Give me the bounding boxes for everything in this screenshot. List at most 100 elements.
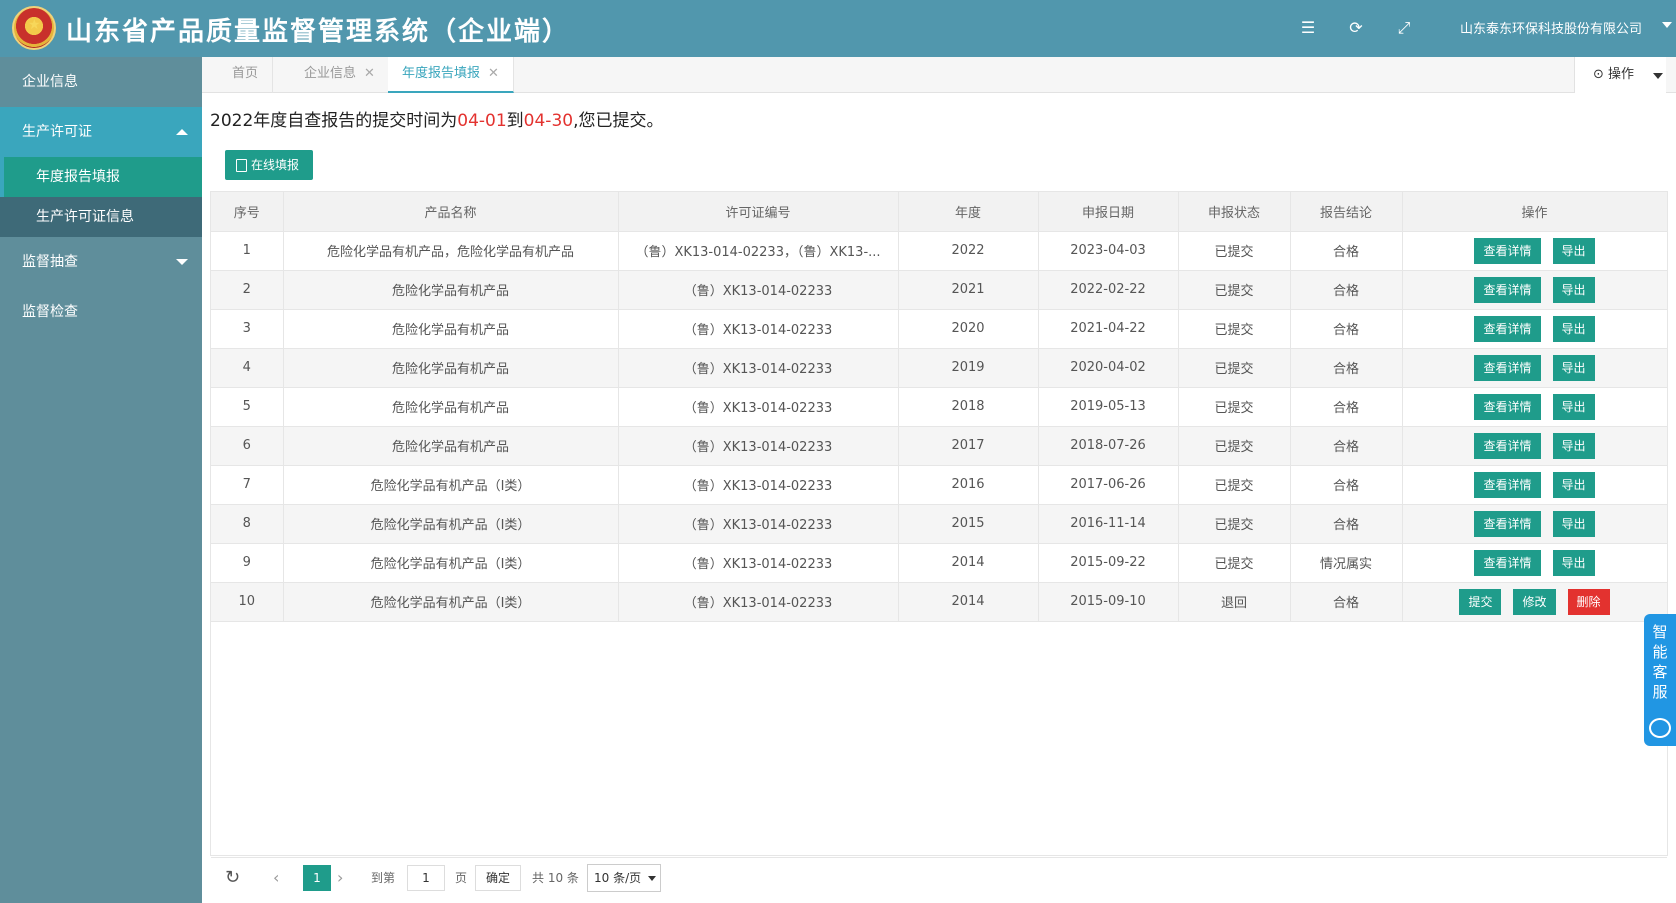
cell-conclusion: 合格	[1290, 231, 1403, 271]
cell-no: 3	[211, 309, 284, 349]
cell-product: 危险化学品有机产品（I类）	[283, 504, 619, 544]
cell-actions: 查看详情 导出	[1402, 348, 1668, 388]
sidebar-item-annual-report[interactable]: 年度报告填报	[0, 157, 202, 197]
refresh-icon[interactable]: ⟳	[1346, 18, 1366, 38]
cell-date: 2018-07-26	[1038, 426, 1179, 466]
cell-date: 2019-05-13	[1038, 387, 1179, 427]
cell-actions: 提交 修改 删除	[1402, 582, 1668, 622]
cell-year: 2022	[898, 231, 1039, 271]
cell-date: 2021-04-22	[1038, 309, 1179, 349]
sidebar-item-company-info[interactable]: 企业信息	[0, 57, 202, 107]
cell-conclusion: 合格	[1290, 270, 1403, 310]
view-detail-button[interactable]: 查看详情	[1474, 510, 1541, 537]
confirm-button[interactable]: 确定	[475, 865, 521, 891]
view-detail-button[interactable]: 查看详情	[1474, 471, 1541, 498]
cell-product: 危险化学品有机产品（I类）	[283, 543, 619, 583]
export-button[interactable]: 导出	[1552, 315, 1595, 342]
goto-label: 到第	[371, 871, 396, 885]
view-detail-button[interactable]: 查看详情	[1474, 549, 1541, 576]
cell-product: 危险化学品有机产品，危险化学品有机产品	[283, 231, 619, 271]
submit-button[interactable]: 提交	[1459, 588, 1502, 615]
cell-actions: 查看详情 导出	[1402, 309, 1668, 349]
cell-conclusion: 合格	[1290, 387, 1403, 427]
cell-actions: 查看详情 导出	[1402, 543, 1668, 583]
export-button[interactable]: 导出	[1552, 432, 1595, 459]
cell-product: 危险化学品有机产品	[283, 387, 619, 427]
table-row: 3 危险化学品有机产品 （鲁）XK13-014-02233 2020 2021-04-2…	[211, 309, 1668, 349]
cell-year: 2017	[898, 426, 1039, 466]
cell-year: 2019	[898, 348, 1039, 388]
table-row: 10 危险化学品有机产品（I类） （鲁）XK13-014-02233 2014 2015…	[211, 582, 1668, 622]
cell-no: 4	[211, 348, 284, 388]
sidebar-item-license-info[interactable]: 生产许可证信息	[0, 197, 202, 237]
chevron-down-icon[interactable]	[1662, 22, 1672, 28]
online-fill-button[interactable]: 在线填报	[225, 150, 313, 180]
view-detail-button[interactable]: 查看详情	[1474, 393, 1541, 420]
column-header: 许可证编号	[618, 192, 899, 232]
cell-status: 已提交	[1178, 504, 1291, 544]
export-button[interactable]: 导出	[1552, 237, 1595, 264]
refresh-icon[interactable]: ↻	[225, 858, 240, 898]
cell-actions: 查看详情 导出	[1402, 231, 1668, 271]
page-number-input[interactable]: 1	[407, 865, 445, 891]
smart-service-button[interactable]: 智能客服	[1644, 614, 1676, 746]
cell-conclusion: 合格	[1290, 465, 1403, 505]
sidebar-item-spot-check[interactable]: 监督抽查	[0, 237, 202, 287]
report-table: 序号 产品名称 许可证编号 年度 申报日期 申报状态 报告结论 操作 1 危险化学…	[210, 191, 1668, 856]
cell-license: （鲁）XK13-014-02233	[618, 465, 899, 505]
tab-home[interactable]: 首页	[218, 57, 274, 93]
cell-product: 危险化学品有机产品	[283, 426, 619, 466]
page-size-select[interactable]: 10 条/页	[587, 864, 661, 892]
cell-date: 2015-09-22	[1038, 543, 1179, 583]
sidebar-item-inspection[interactable]: 监督检查	[0, 287, 202, 337]
cell-year: 2021	[898, 270, 1039, 310]
tab-annual-report[interactable]: 年度报告填报 ✕	[388, 57, 514, 93]
cell-no: 9	[211, 543, 284, 583]
cell-product: 危险化学品有机产品	[283, 348, 619, 388]
fullscreen-icon[interactable]: ⤢	[1394, 18, 1414, 38]
chevron-left-icon[interactable]: ‹	[273, 858, 279, 898]
cell-status: 退回	[1178, 582, 1291, 622]
export-button[interactable]: 导出	[1552, 549, 1595, 576]
view-detail-button[interactable]: 查看详情	[1474, 276, 1541, 303]
cell-year: 2018	[898, 387, 1039, 427]
view-detail-button[interactable]: 查看详情	[1474, 315, 1541, 342]
menu-toggle-icon[interactable]: ☰	[1298, 18, 1318, 38]
clipboard-icon	[236, 159, 247, 172]
export-button[interactable]: 导出	[1552, 471, 1595, 498]
cell-date: 2022-02-22	[1038, 270, 1179, 310]
modify-button[interactable]: 修改	[1513, 588, 1556, 615]
chevron-right-icon[interactable]: ›	[337, 858, 343, 898]
table-row: 7 危险化学品有机产品（I类） （鲁）XK13-014-02233 2016 2017-…	[211, 465, 1668, 505]
cell-status: 已提交	[1178, 387, 1291, 427]
table-row: 2 危险化学品有机产品 （鲁）XK13-014-02233 2021 2022-02-2…	[211, 270, 1668, 310]
cell-conclusion: 合格	[1290, 582, 1403, 622]
operations-menu-button[interactable]: ⊙ 操作	[1574, 57, 1666, 93]
chevron-up-icon	[176, 129, 188, 135]
close-icon[interactable]: ✕	[364, 66, 375, 81]
delete-button[interactable]: 删除	[1567, 588, 1610, 615]
export-button[interactable]: 导出	[1552, 354, 1595, 381]
tab-company-info[interactable]: 企业信息 ✕	[290, 57, 390, 93]
table-row: 9 危险化学品有机产品（I类） （鲁）XK13-014-02233 2014 2015-…	[211, 543, 1668, 583]
robot-icon	[1649, 718, 1671, 738]
company-name[interactable]: 山东泰东环保科技股份有限公司	[1460, 18, 1642, 37]
submission-notice: 2022年度自查报告的提交时间为04-01到04-30,您已提交。	[210, 111, 664, 131]
view-detail-button[interactable]: 查看详情	[1474, 237, 1541, 264]
sidebar-item-production-license[interactable]: 生产许可证	[0, 107, 202, 157]
export-button[interactable]: 导出	[1552, 276, 1595, 303]
view-detail-button[interactable]: 查看详情	[1474, 354, 1541, 381]
view-detail-button[interactable]: 查看详情	[1474, 432, 1541, 459]
cell-conclusion: 情况属实	[1290, 543, 1403, 583]
close-icon[interactable]: ✕	[488, 66, 499, 81]
column-header: 年度	[898, 192, 1039, 232]
table-row: 8 危险化学品有机产品（I类） （鲁）XK13-014-02233 2015 2016-…	[211, 504, 1668, 544]
export-button[interactable]: 导出	[1552, 510, 1595, 537]
circle-dot-icon: ⊙	[1593, 67, 1604, 82]
cell-product: 危险化学品有机产品	[283, 270, 619, 310]
export-button[interactable]: 导出	[1552, 393, 1595, 420]
page-current[interactable]: 1	[303, 865, 331, 891]
cell-year: 2015	[898, 504, 1039, 544]
cell-status: 已提交	[1178, 465, 1291, 505]
cell-status: 已提交	[1178, 348, 1291, 388]
